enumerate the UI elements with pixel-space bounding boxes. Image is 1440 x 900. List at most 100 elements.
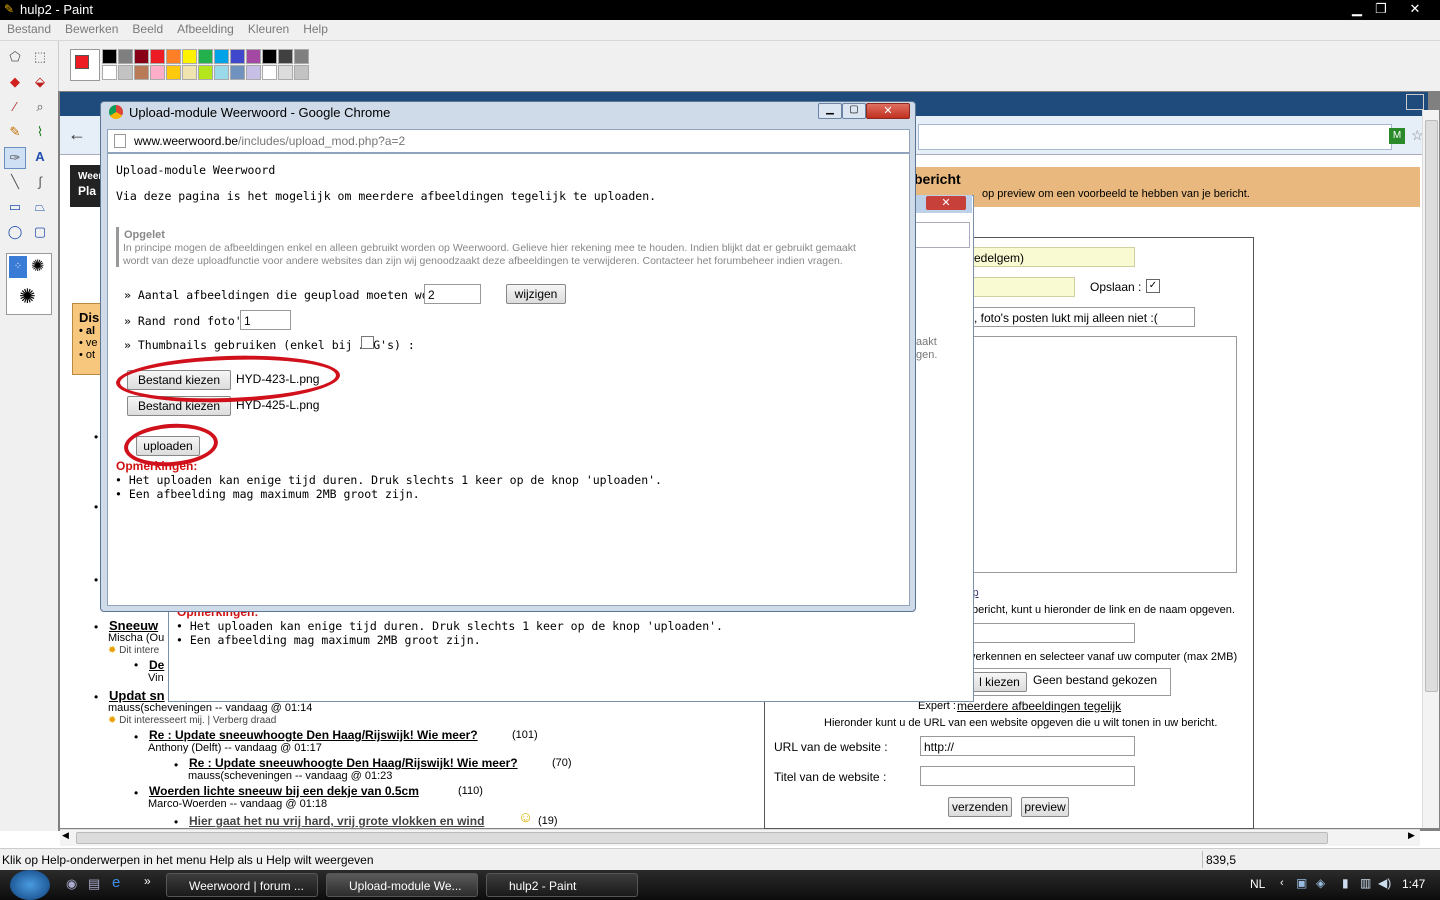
menu-help[interactable]: Help (296, 20, 335, 36)
tray-update-icon[interactable]: ◈ (1316, 876, 1325, 890)
palette-swatch[interactable] (134, 49, 149, 64)
scroll-right-icon[interactable]: ▶ (1408, 830, 1415, 841)
language-indicator[interactable]: NL (1250, 877, 1265, 891)
thumbs-checkbox[interactable] (361, 336, 374, 349)
bg-expert-link[interactable]: meerdere afbeeldingen tegelijk (957, 699, 1121, 713)
bg-site-title-field[interactable] (920, 766, 1135, 786)
horizontal-scroll-thumb[interactable] (76, 832, 1328, 844)
popup-minimize-icon[interactable]: ▁ (818, 103, 842, 119)
text-tool-icon[interactable]: A (30, 147, 50, 167)
palette-swatch[interactable] (230, 49, 245, 64)
palette-swatch[interactable] (198, 65, 213, 80)
palette-swatch[interactable] (166, 65, 181, 80)
bg-url-field[interactable]: http:// (920, 736, 1135, 756)
task-weerwoord-forum[interactable]: Weerwoord | forum ... (166, 873, 318, 897)
bg-name-field[interactable]: edelgem) (970, 247, 1135, 267)
rect-select-icon[interactable]: ⬚ (30, 47, 50, 67)
rectangle-icon[interactable]: ▭ (5, 197, 25, 217)
palette-swatch[interactable] (102, 49, 117, 64)
bg-preview-button[interactable]: preview (1021, 797, 1069, 817)
palette-swatch[interactable] (246, 49, 261, 64)
bg-message-textarea[interactable] (970, 336, 1237, 573)
bg-subject-field[interactable]: , foto's posten lukt mij alleen niet :( (970, 307, 1195, 327)
polygon-icon[interactable]: ⏢ (30, 197, 50, 217)
close-icon[interactable]: ✕ (1404, 1, 1426, 17)
line-icon[interactable]: ╲ (5, 172, 25, 192)
palette-swatch[interactable] (198, 49, 213, 64)
start-orb-icon[interactable] (10, 870, 50, 900)
bg-thread-title[interactable]: De (149, 658, 164, 672)
ie-icon[interactable]: e (112, 874, 120, 891)
menu-beeld[interactable]: Beeld (125, 20, 170, 36)
pencil-icon[interactable]: ✎ (5, 122, 25, 142)
palette-swatch[interactable] (294, 65, 309, 80)
brush-icon[interactable]: ⌇ (30, 122, 50, 142)
menu-kleuren[interactable]: Kleuren (241, 20, 296, 36)
popup-url-bar[interactable]: www.weerwoord.be/includes/upload_mod.php… (107, 129, 910, 153)
palette-swatch[interactable] (262, 49, 277, 64)
quicklaunch-more-icon[interactable]: » (144, 874, 151, 888)
color-picker-icon[interactable]: ⁄ (5, 97, 25, 117)
rounded-rect-icon[interactable]: ▢ (30, 222, 50, 242)
curve-icon[interactable]: ∫ (30, 172, 50, 192)
bg-link-field[interactable] (970, 623, 1135, 643)
vertical-scrollbar[interactable] (1422, 110, 1439, 828)
popup-maximize-icon[interactable]: ▢ (842, 103, 866, 119)
eraser-icon[interactable]: ◆ (5, 72, 25, 92)
palette-swatch[interactable] (262, 65, 277, 80)
palette-swatch[interactable] (150, 65, 165, 80)
bg-field-2[interactable] (970, 277, 1075, 297)
switch-windows-icon[interactable]: ▤ (88, 876, 100, 892)
border-input[interactable]: 1 (240, 310, 291, 330)
bg-reply-title[interactable]: Re : Update sneeuwhoogte Den Haag/Rijswi… (189, 756, 518, 770)
current-colors[interactable] (70, 49, 100, 81)
tray-network2-icon[interactable]: ▥ (1360, 876, 1371, 890)
scroll-left-icon[interactable]: ◀ (62, 830, 69, 841)
palette-swatch[interactable] (214, 65, 229, 80)
task-paint[interactable]: hulp2 - Paint (486, 873, 638, 897)
menu-afbeelding[interactable]: Afbeelding (170, 20, 241, 36)
magnifier-icon[interactable]: ⌕ (30, 97, 50, 117)
vertical-scroll-thumb[interactable] (1425, 120, 1438, 692)
tray-network-icon[interactable]: ▣ (1296, 876, 1307, 890)
bg-file-choose-button[interactable]: l kiezen (972, 672, 1027, 692)
bg-send-button[interactable]: verzenden (948, 797, 1012, 817)
palette-swatch[interactable] (118, 49, 133, 64)
palette-swatch[interactable] (118, 65, 133, 80)
bg-save-checkbox[interactable]: ✓ (1146, 279, 1160, 293)
spray-small-icon[interactable]: ⁘ (9, 256, 27, 278)
free-select-icon[interactable]: ⬠ (5, 47, 25, 67)
palette-swatch[interactable] (134, 65, 149, 80)
horizontal-scrollbar[interactable]: ◀ ▶ (60, 829, 1420, 846)
spray-medium-icon[interactable]: ✺ (31, 256, 44, 276)
tray-expand-icon[interactable]: ‹ (1280, 877, 1284, 889)
fill-bucket-icon[interactable]: ⬙ (30, 72, 50, 92)
count-input[interactable]: 2 (424, 284, 481, 304)
palette-swatch[interactable] (182, 65, 197, 80)
palette-swatch[interactable] (278, 49, 293, 64)
bg-reply-title[interactable]: Re : Update sneeuwhoogte Den Haag/Rijswi… (149, 728, 478, 742)
palette-swatch[interactable] (278, 65, 293, 80)
spray-large-icon[interactable]: ✺ (19, 284, 36, 309)
bg-reply-title[interactable]: Woerden lichte sneeuw bij een dekje van … (149, 784, 419, 798)
tray-clock[interactable]: 1:47 (1402, 877, 1425, 891)
palette-swatch[interactable] (182, 49, 197, 64)
tray-volume-icon[interactable]: ◀) (1378, 876, 1391, 890)
ellipse-icon[interactable]: ◯ (5, 222, 25, 242)
bg-reply-title[interactable]: Hier gaat het nu vrij hard, vrij grote v… (189, 814, 484, 828)
palette-swatch[interactable] (294, 49, 309, 64)
palette-swatch[interactable] (230, 65, 245, 80)
restore-icon[interactable]: ❐ (1370, 1, 1392, 17)
change-button[interactable]: wijzigen (506, 284, 566, 304)
palette-swatch[interactable] (214, 49, 229, 64)
tray-power-icon[interactable]: ▮ (1342, 876, 1349, 890)
task-upload-module[interactable]: Upload-module We... (326, 873, 478, 897)
palette-swatch[interactable] (246, 65, 261, 80)
popup-close-icon[interactable]: ✕ (866, 103, 910, 119)
tool-options[interactable]: ⁘ ✺ ✺ (6, 253, 52, 315)
minimize-icon[interactable]: ▁ (1346, 1, 1368, 17)
bg-thread-title[interactable]: Sneeuw (109, 618, 158, 633)
palette-swatch[interactable] (150, 49, 165, 64)
airbrush-icon[interactable]: ✑ (4, 147, 26, 169)
primary-color-swatch[interactable] (75, 55, 89, 69)
